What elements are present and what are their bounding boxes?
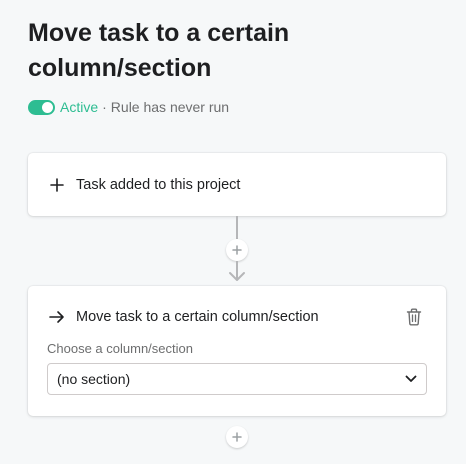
connector-line-top [236,216,238,239]
trigger-label: Task added to this project [76,176,241,193]
select-value: (no section) [57,371,131,387]
status-separator: · [102,99,107,115]
chevron-down-icon [405,375,417,383]
active-toggle[interactable] [28,99,55,115]
add-step-button[interactable] [226,239,248,261]
status-run-text: Rule has never run [110,99,230,115]
plus-icon [232,432,242,442]
trash-icon [406,308,422,326]
rule-title: Move task to a certain column/section [28,19,290,82]
status-active-label: Active [60,99,99,115]
rule-status: Active · Rule has never run [28,97,229,117]
action-header: Move task to a certain column/section [28,306,446,328]
add-action-button[interactable] [226,426,248,448]
arrow-right-icon [48,308,66,326]
plus-icon [48,176,66,194]
action-card: Move task to a certain column/section Ch… [28,286,446,416]
column-section-field-label: Choose a column/section [47,341,193,356]
action-label: Move task to a certain column/section [76,309,319,325]
column-section-select[interactable]: (no section) [47,363,427,395]
arrow-down-icon [228,262,246,287]
trigger-card[interactable]: Task added to this project [28,153,446,216]
plus-icon [232,245,242,255]
toggle-knob [42,101,53,113]
delete-action-button[interactable] [404,306,424,328]
